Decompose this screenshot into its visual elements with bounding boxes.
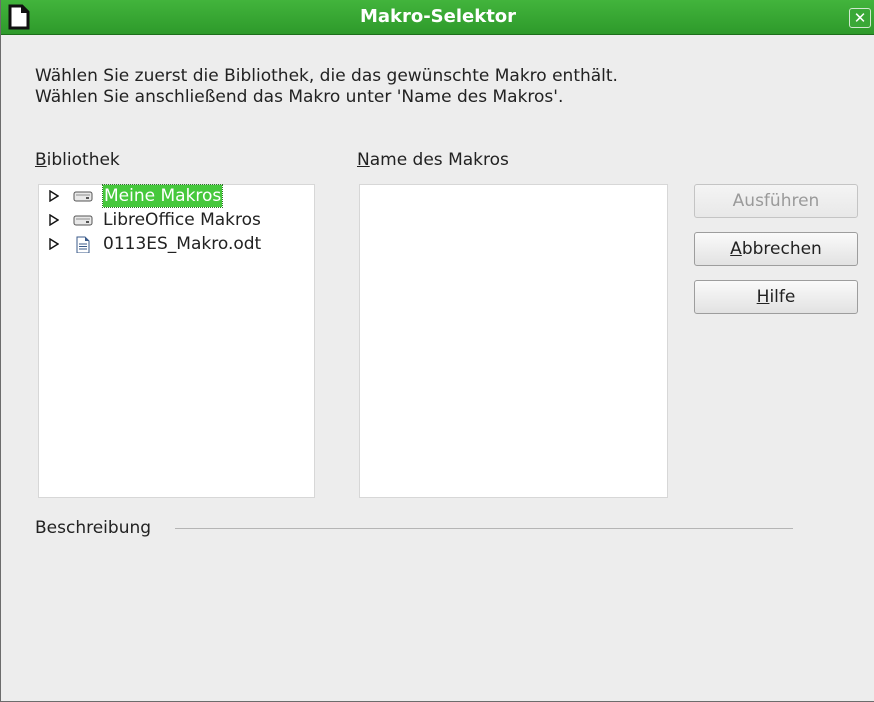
library-label: Bibliothek <box>35 150 120 170</box>
drive-icon <box>73 191 93 202</box>
drive-icon <box>73 215 93 226</box>
macro-name-label: Name des Makros <box>357 150 509 170</box>
help-label-rest: ilfe <box>769 287 796 307</box>
tree-item-label: LibreOffice Makros <box>103 210 261 230</box>
help-mnemonic: H <box>756 287 770 307</box>
library-label-mnemonic: B <box>35 150 47 170</box>
tree-item-label: 0113ES_Makro.odt <box>103 234 262 254</box>
tree-item-label: Meine Makros <box>101 184 224 208</box>
macro-name-label-mnemonic: N <box>357 150 370 170</box>
library-label-rest: ibliothek <box>46 150 120 170</box>
description-divider <box>175 528 793 529</box>
close-button[interactable]: ✕ <box>849 8 871 28</box>
cancel-button[interactable]: Abbrechen <box>694 232 858 266</box>
macro-selector-dialog: Makro-Selektor ✕ Wählen Sie zuerst die B… <box>0 0 874 702</box>
run-button[interactable]: Ausführen <box>694 184 858 218</box>
expand-arrow-icon[interactable] <box>49 190 59 202</box>
library-tree[interactable]: Meine Makros LibreOffice Makros 0113ES_M… <box>38 184 315 498</box>
window-title: Makro-Selektor <box>359 6 517 27</box>
title-bar[interactable]: Makro-Selektor ✕ <box>1 0 874 35</box>
macro-name-list[interactable] <box>359 184 668 498</box>
expand-arrow-icon[interactable] <box>49 238 59 250</box>
macro-name-label-rest: ame des Makros <box>369 150 509 170</box>
document-icon <box>76 236 90 253</box>
cancel-mnemonic: A <box>730 239 742 259</box>
intro-text: Wählen Sie zuerst die Bibliothek, die da… <box>35 66 618 107</box>
expand-arrow-icon[interactable] <box>49 214 59 226</box>
description-label: Beschreibung <box>35 518 152 538</box>
cancel-label-rest: bbrechen <box>741 239 822 259</box>
help-button[interactable]: Hilfe <box>694 280 858 314</box>
